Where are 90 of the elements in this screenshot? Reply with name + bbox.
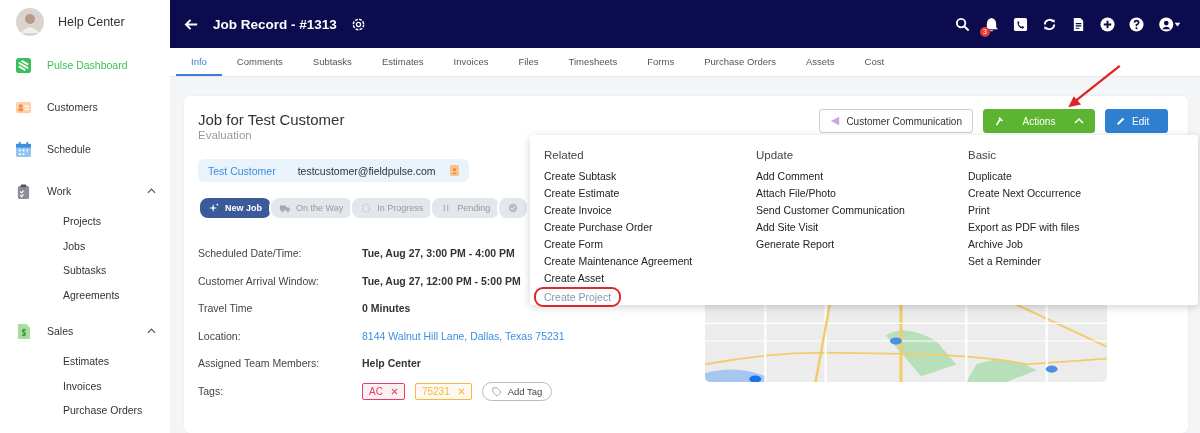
menu-item[interactable]: Create Form <box>544 236 603 253</box>
tag[interactable]: AC <box>362 383 405 401</box>
location-link[interactable]: 8144 Walnut Hill Lane, Dallas, Texas 75231 <box>362 322 565 351</box>
communication-button[interactable]: Customer Communication <box>819 109 973 133</box>
wrench-icon <box>994 116 1004 126</box>
field-label: Assigned Team Members: <box>198 356 321 372</box>
field-value: Help Center <box>362 356 421 372</box>
tab[interactable]: Cost <box>849 48 900 76</box>
sidebar-item[interactable]: Customers <box>0 86 170 128</box>
menu-item[interactable]: Create Next Occurrence <box>968 185 1082 202</box>
job-title: Job for Test Customer <box>198 111 345 128</box>
menu-item[interactable]: Create Subtask <box>544 168 617 185</box>
field-label: Travel Time <box>198 301 254 317</box>
help-icon[interactable] <box>1129 16 1144 32</box>
sync-icon[interactable] <box>1042 16 1057 32</box>
menu-item[interactable]: Print <box>968 202 990 219</box>
clipboard-icon <box>16 183 31 199</box>
field-value: 0 Minutes <box>362 301 411 317</box>
menu-item[interactable]: Send Customer Communication <box>756 202 905 219</box>
caret-icon <box>1074 116 1084 126</box>
menu-item[interactable]: Generate Report <box>756 236 835 253</box>
bell-icon[interactable] <box>984 16 999 32</box>
sparkle-icon <box>209 203 219 213</box>
spinner-icon <box>361 203 372 213</box>
sidebar-subitem[interactable]: Agreements <box>0 282 170 307</box>
settings-icon[interactable] <box>350 16 366 32</box>
sidebar-item[interactable]: Work <box>0 170 170 212</box>
menu-heading: Basic <box>968 149 998 161</box>
menu-item[interactable]: Set a Reminder <box>968 253 1041 270</box>
page-title: Job Record - #1313 <box>213 16 337 32</box>
tab[interactable]: Estimates <box>366 48 439 76</box>
menu-item[interactable]: Add Comment <box>756 168 824 185</box>
user-name: Help Center <box>58 15 125 29</box>
pulse-logo-icon <box>16 57 31 73</box>
avatar[interactable] <box>16 8 44 36</box>
menu-item[interactable]: Create Invoice <box>544 202 612 219</box>
field-label: Location: <box>198 328 242 344</box>
menu-item[interactable]: Duplicate <box>968 168 1012 185</box>
tab[interactable]: Assets <box>791 48 850 76</box>
sidebar-item[interactable]: Schedule <box>0 128 170 170</box>
add-icon[interactable] <box>1100 16 1115 32</box>
tab[interactable]: Purchase Orders <box>689 48 791 76</box>
add-tag-button[interactable]: Add Tag <box>481 382 553 402</box>
field-value: Tue, Aug 27, 3:00 PM - 4:00 PM <box>362 246 515 261</box>
sidebar-subitem[interactable]: Projects <box>0 209 170 234</box>
tab[interactable]: Comments <box>221 48 298 76</box>
phone-icon[interactable] <box>1013 16 1028 32</box>
truck-icon <box>280 203 290 213</box>
status-step[interactable]: New Job <box>198 196 273 220</box>
menu-item[interactable]: Create Estimate <box>544 185 620 202</box>
tag-icon <box>491 386 502 397</box>
menu-item[interactable]: Add Site Visit <box>756 219 819 236</box>
tab[interactable]: Info <box>176 48 222 76</box>
customer-email: testcustomer@fieldpulse.com <box>297 164 436 177</box>
chevron-icon[interactable] <box>147 328 156 334</box>
job-type: Evaluation <box>198 129 253 141</box>
sidebar-item[interactable]: Sales <box>0 310 170 352</box>
tab[interactable]: Subtasks <box>297 48 367 76</box>
menu-item[interactable]: Attach File/Photo <box>756 185 836 202</box>
tab[interactable]: Forms <box>632 48 690 76</box>
tab[interactable]: Invoices <box>438 48 504 76</box>
sidebar-subitem[interactable]: Invoices <box>0 373 170 398</box>
menu-item[interactable]: Export as PDF with files <box>968 219 1080 236</box>
calendar-icon <box>16 141 31 157</box>
sidebar-subitem[interactable]: Estimates <box>0 349 170 374</box>
pencil-icon <box>1116 116 1126 126</box>
menu-item[interactable]: Create Maintenance Agreement <box>544 253 693 270</box>
remove-icon[interactable] <box>390 388 398 396</box>
user-menu-icon[interactable] <box>1158 16 1182 32</box>
contact-card-icon <box>16 99 31 115</box>
tab[interactable]: Files <box>503 48 554 76</box>
sidebar-subitem[interactable]: Subtasks <box>0 258 170 283</box>
check-icon <box>508 203 519 213</box>
menu-heading: Update <box>756 149 795 161</box>
menu-heading: Related <box>544 149 585 161</box>
document-icon[interactable] <box>1071 16 1086 32</box>
dollar-document-icon <box>16 323 31 339</box>
field-label: Tags: <box>198 383 225 399</box>
sidebar-subitem[interactable]: Jobs <box>0 233 170 258</box>
chevron-icon[interactable] <box>147 188 156 194</box>
menu-item[interactable]: Create Asset <box>544 270 605 287</box>
sidebar-subitem[interactable]: Purchase Orders <box>0 398 170 423</box>
field-value: Tue, Aug 27, 12:00 PM - 5:00 PM <box>362 273 521 289</box>
menu-item[interactable]: Create Purchase Order <box>544 219 653 236</box>
field-label: Scheduled Date/Time: <box>198 246 303 261</box>
menu-item[interactable]: Archive Job <box>968 236 1023 253</box>
field-label: Customer Arrival Window: <box>198 273 320 289</box>
tab[interactable]: Timesheets <box>553 48 633 76</box>
edit-button[interactable]: Edit <box>1105 109 1168 133</box>
search-icon[interactable] <box>955 16 970 32</box>
